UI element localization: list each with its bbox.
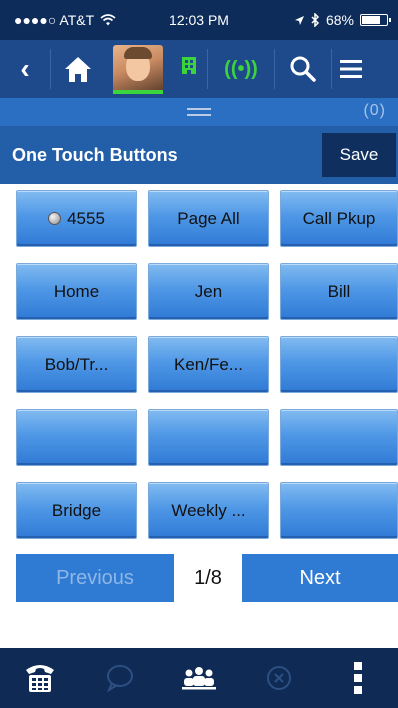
one-touch-button[interactable] bbox=[280, 409, 398, 466]
location-arrow-icon bbox=[294, 15, 304, 25]
dialpad-icon[interactable] bbox=[0, 648, 80, 708]
one-touch-button-label: Home bbox=[53, 281, 100, 301]
one-touch-button-label: Bridge bbox=[51, 500, 102, 520]
one-touch-button-label: Jen bbox=[194, 281, 223, 301]
next-button[interactable]: Next bbox=[242, 554, 398, 602]
drag-handle-icon[interactable] bbox=[187, 108, 211, 116]
page-indicator: 1/8 bbox=[174, 554, 242, 602]
status-right: 68% bbox=[294, 12, 391, 28]
close-circle-icon[interactable] bbox=[239, 648, 319, 708]
one-touch-button[interactable]: Jen bbox=[148, 263, 269, 320]
signal-glyph: ((•)) bbox=[224, 57, 258, 80]
battery-fill bbox=[362, 16, 380, 24]
previous-button[interactable]: Previous bbox=[16, 554, 174, 602]
carrier-label: ●●●●○ AT&T bbox=[14, 12, 95, 28]
one-touch-button[interactable] bbox=[16, 409, 137, 466]
sub-bar: (0) bbox=[0, 98, 398, 126]
search-icon[interactable] bbox=[275, 40, 331, 98]
page-title: One Touch Buttons bbox=[12, 144, 178, 165]
one-touch-button-label: Call Pkup bbox=[302, 208, 376, 228]
title-bar: One Touch Buttons Save bbox=[0, 126, 398, 184]
one-touch-button[interactable]: Page All bbox=[148, 190, 269, 247]
presence-indicator bbox=[113, 90, 163, 94]
contacts-glyph bbox=[181, 667, 216, 690]
bottom-toolbar bbox=[0, 648, 398, 708]
one-touch-button-label: 4555 bbox=[67, 208, 105, 228]
close-circle-glyph bbox=[266, 666, 291, 690]
search-glyph bbox=[290, 56, 316, 82]
battery-icon bbox=[360, 14, 391, 26]
signal-icon[interactable]: ((•)) bbox=[208, 40, 274, 98]
avatar[interactable] bbox=[105, 40, 171, 98]
one-touch-button-label: Ken/Fe... bbox=[174, 354, 243, 374]
one-touch-button-label: Bob/Tr... bbox=[44, 354, 109, 374]
building-glyph bbox=[182, 57, 196, 74]
bluetooth-icon bbox=[311, 13, 320, 27]
one-touch-button[interactable]: Bridge bbox=[16, 482, 137, 539]
home-glyph bbox=[65, 57, 91, 82]
one-touch-button[interactable]: Call Pkup bbox=[280, 190, 398, 247]
one-touch-button[interactable]: Ken/Fe... bbox=[148, 336, 269, 393]
battery-percent: 68% bbox=[325, 12, 354, 28]
one-touch-button[interactable] bbox=[280, 482, 398, 539]
one-touch-button[interactable]: Home bbox=[16, 263, 137, 320]
one-touch-button[interactable]: 4555 bbox=[16, 190, 137, 247]
menu-glyph bbox=[340, 60, 362, 78]
contacts-icon[interactable] bbox=[159, 648, 239, 708]
one-touch-button[interactable]: Weekly ... bbox=[148, 482, 269, 539]
one-touch-button[interactable] bbox=[148, 409, 269, 466]
one-touch-button-grid: 4555 Page All Call Pkup Home Jen Bill Bob/Tr..… bbox=[16, 190, 398, 539]
avatar-photo bbox=[113, 45, 163, 93]
top-nav: ‹ ((•)) bbox=[0, 40, 398, 98]
one-touch-button-label: Weekly ... bbox=[171, 500, 246, 520]
save-button[interactable]: Save bbox=[322, 133, 396, 177]
dialpad-glyph bbox=[25, 665, 54, 692]
one-touch-button[interactable] bbox=[280, 336, 398, 393]
back-glyph: ‹ bbox=[20, 53, 30, 84]
status-left: ●●●●○ AT&T bbox=[14, 12, 116, 28]
building-icon[interactable] bbox=[171, 40, 207, 98]
chat-glyph bbox=[107, 665, 134, 692]
one-touch-button-label: Bill bbox=[327, 281, 351, 301]
menu-icon[interactable] bbox=[332, 40, 370, 98]
one-touch-button[interactable]: Bob/Tr... bbox=[16, 336, 137, 393]
home-icon[interactable] bbox=[51, 40, 105, 98]
wifi-icon bbox=[100, 14, 116, 26]
more-glyph bbox=[354, 662, 363, 694]
count-badge: (0) bbox=[363, 102, 386, 119]
back-icon[interactable]: ‹ bbox=[0, 40, 50, 98]
one-touch-button-label: Page All bbox=[177, 208, 240, 228]
chat-icon[interactable] bbox=[80, 648, 160, 708]
one-touch-button[interactable]: Bill bbox=[280, 263, 398, 320]
pager: Previous 1/8 Next bbox=[16, 554, 398, 602]
more-icon[interactable] bbox=[318, 648, 398, 708]
status-bar: ●●●●○ AT&T 12:03 PM 68% bbox=[0, 0, 398, 40]
status-led-icon bbox=[48, 212, 62, 225]
